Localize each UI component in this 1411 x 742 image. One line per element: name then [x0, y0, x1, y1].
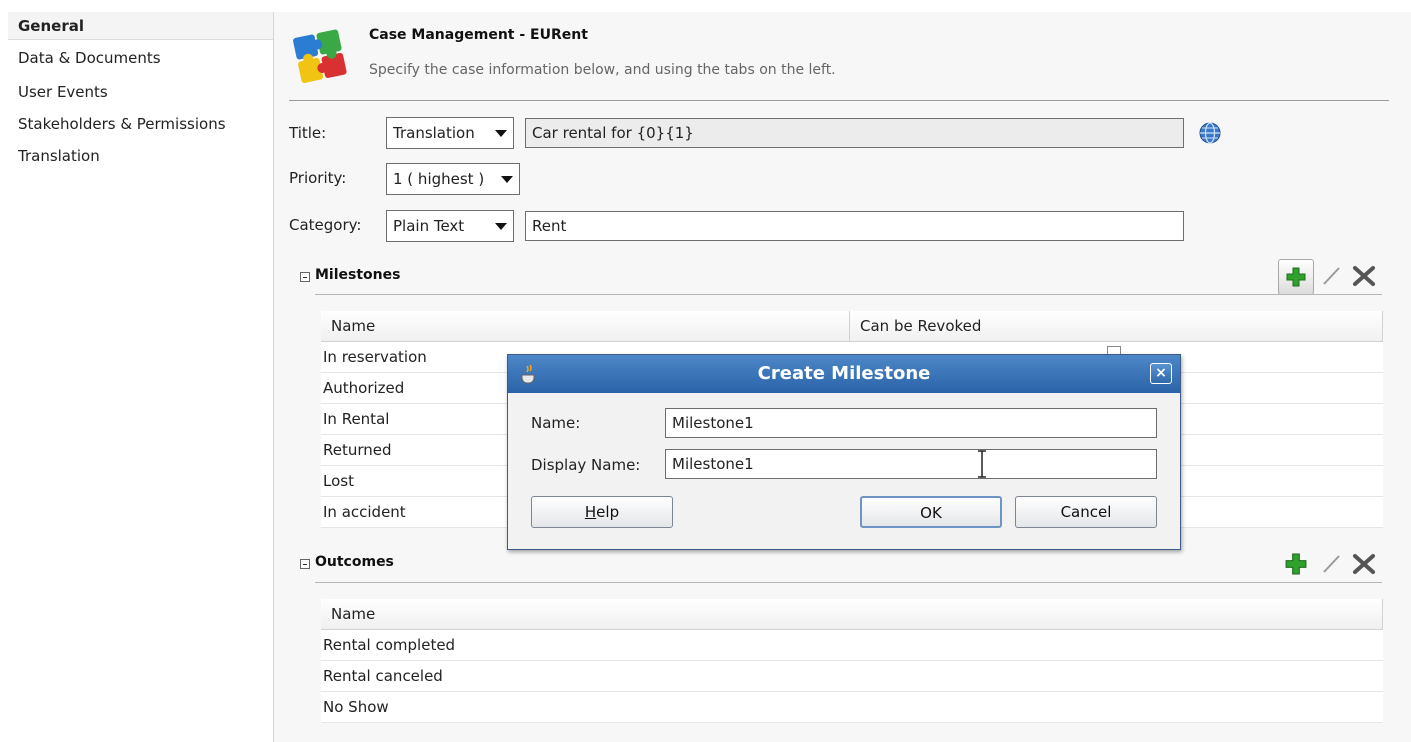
nav-panel: General Data & Documents User Events Sta…	[8, 12, 274, 742]
delete-icon[interactable]	[1352, 553, 1376, 575]
add-icon	[1286, 267, 1306, 287]
edit-icon[interactable]	[1320, 265, 1342, 287]
cancel-button[interactable]: Cancel	[1015, 496, 1157, 528]
edit-icon[interactable]	[1320, 553, 1342, 575]
milestones-title: Milestones	[315, 267, 401, 283]
milestone-name-input[interactable]: Milestone1	[665, 408, 1157, 438]
puzzle-logo-icon	[293, 29, 347, 83]
outcome-name: Rental completed	[321, 629, 1383, 661]
title-field[interactable]: Car rental for {0}{1}	[525, 118, 1184, 148]
chevron-down-icon	[501, 176, 513, 183]
priority-dropdown[interactable]: 1 ( highest )	[386, 163, 520, 195]
outcome-name: Rental canceled	[321, 660, 1383, 692]
category-mode-value: Plain Text	[393, 217, 465, 235]
milestones-add-button[interactable]	[1278, 259, 1314, 295]
milestones-collapse-toggle[interactable]	[300, 272, 310, 282]
nav-item-data-documents[interactable]: Data & Documents	[8, 44, 273, 72]
text-cursor-icon	[978, 450, 986, 478]
dialog-title: Create Milestone	[757, 363, 931, 384]
outcomes-divider	[315, 582, 1382, 583]
column-header-can-be-revoked[interactable]: Can be Revoked	[849, 311, 1383, 342]
nav-item-translation[interactable]: Translation	[8, 142, 273, 170]
nav-item-general[interactable]: General	[8, 12, 273, 40]
chevron-down-icon	[495, 130, 507, 137]
outcomes-title: Outcomes	[315, 554, 394, 570]
category-mode-dropdown[interactable]: Plain Text	[386, 210, 514, 242]
outcome-name: No Show	[321, 691, 1383, 723]
title-label: Title:	[289, 124, 327, 142]
globe-icon[interactable]	[1198, 121, 1222, 145]
nav-item-user-events[interactable]: User Events	[8, 78, 273, 106]
help-mnemonic: H	[584, 503, 597, 521]
priority-value: 1 ( highest )	[393, 170, 485, 188]
outcomes-table: Name Rental completed Rental canceled No…	[321, 599, 1383, 723]
can-be-revoked-checkbox[interactable]	[1107, 346, 1121, 354]
milestone-display-name-input[interactable]: Milestone1	[665, 449, 1157, 479]
table-row[interactable]: No Show	[321, 691, 1383, 723]
close-icon[interactable]: ×	[1150, 363, 1172, 384]
outcomes-collapse-toggle[interactable]	[300, 559, 310, 569]
title-mode-dropdown[interactable]: Translation	[386, 117, 514, 149]
title-mode-value: Translation	[393, 124, 475, 142]
milestones-divider	[315, 294, 1382, 295]
dialog-display-name-label: Display Name:	[531, 456, 641, 474]
ok-button[interactable]: OK	[860, 496, 1002, 528]
help-button[interactable]: Help	[531, 496, 673, 528]
table-row[interactable]: Rental canceled	[321, 660, 1383, 692]
header-divider	[289, 100, 1389, 101]
chevron-down-icon	[495, 223, 507, 230]
table-row[interactable]: Rental completed	[321, 629, 1383, 661]
category-label: Category:	[289, 216, 362, 234]
delete-icon[interactable]	[1352, 265, 1376, 287]
page-title: Case Management - EURent	[369, 27, 588, 43]
category-field[interactable]: Rent	[525, 211, 1184, 241]
help-rest: elp	[596, 503, 620, 521]
priority-label: Priority:	[289, 169, 347, 187]
page-subtitle: Specify the case information below, and …	[369, 62, 836, 78]
column-header-name[interactable]: Name	[321, 311, 850, 342]
column-header-name[interactable]: Name	[321, 599, 1383, 630]
add-icon[interactable]	[1285, 553, 1307, 575]
nav-item-stakeholders-permissions[interactable]: Stakeholders & Permissions	[8, 110, 273, 138]
dialog-name-label: Name:	[531, 414, 581, 432]
create-milestone-dialog: Create Milestone × Name: Milestone1 Disp…	[507, 354, 1181, 550]
